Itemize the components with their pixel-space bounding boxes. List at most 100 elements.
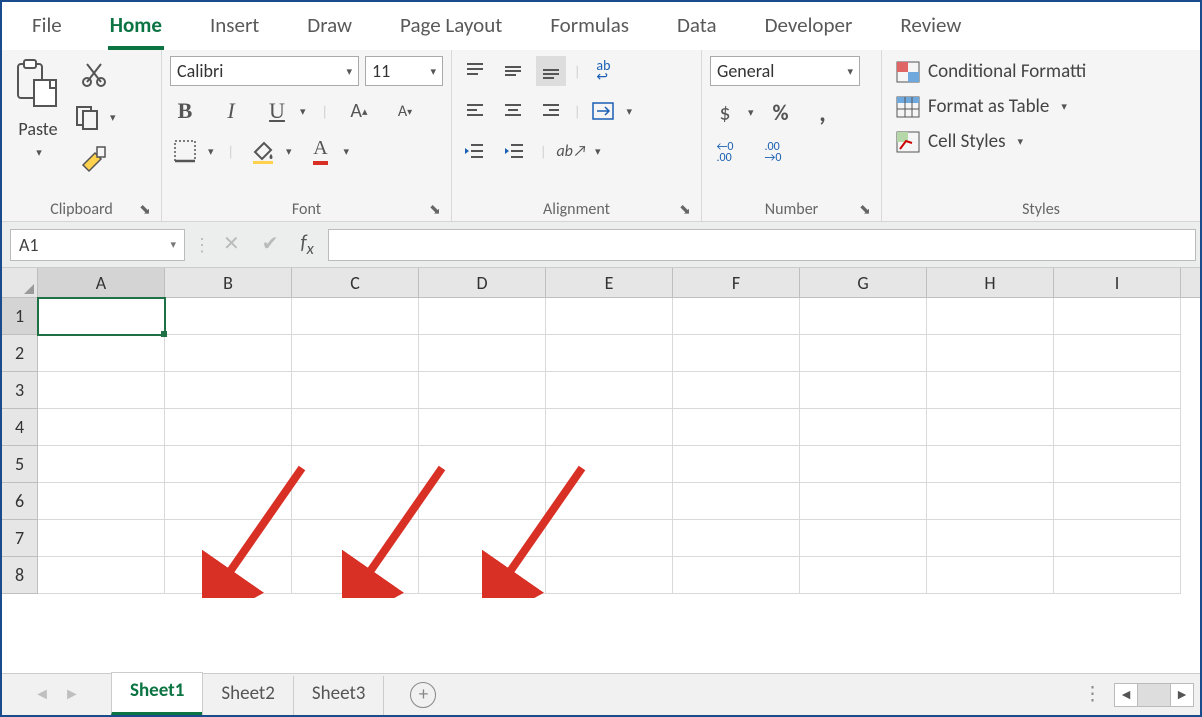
- cell-I8[interactable]: [1054, 557, 1181, 594]
- cell-B7[interactable]: [165, 520, 292, 557]
- cell-H5[interactable]: [927, 446, 1054, 483]
- col-header-H[interactable]: H: [927, 268, 1054, 297]
- fill-color-icon[interactable]: [248, 136, 278, 166]
- row-header-7[interactable]: 7: [2, 520, 38, 557]
- cell-I3[interactable]: [1054, 372, 1181, 409]
- sheet-nav-next-icon[interactable]: ►: [64, 685, 80, 704]
- cell-G2[interactable]: [800, 335, 927, 372]
- row-header-8[interactable]: 8: [2, 557, 38, 594]
- sheet-nav-prev-icon[interactable]: ◄: [34, 685, 50, 704]
- chevron-down-icon[interactable]: ▾: [626, 105, 632, 118]
- orientation-icon[interactable]: ab↗: [556, 136, 587, 166]
- cell-B1[interactable]: [165, 298, 292, 335]
- cell-E7[interactable]: [546, 520, 673, 557]
- cell-G3[interactable]: [800, 372, 927, 409]
- cell-C5[interactable]: [292, 446, 419, 483]
- paste-icon[interactable]: [10, 56, 66, 112]
- cell-H7[interactable]: [927, 520, 1054, 557]
- sheet-tab-3[interactable]: Sheet3: [293, 676, 385, 715]
- row-header-3[interactable]: 3: [2, 372, 38, 409]
- decrease-font-icon[interactable]: A▾: [390, 96, 420, 126]
- cell-E5[interactable]: [546, 446, 673, 483]
- cell-B8[interactable]: [165, 557, 292, 594]
- cell-F2[interactable]: [673, 335, 800, 372]
- cell-F6[interactable]: [673, 483, 800, 520]
- borders-icon[interactable]: [170, 136, 200, 166]
- cell-F8[interactable]: [673, 557, 800, 594]
- tab-draw[interactable]: Draw: [305, 8, 354, 50]
- col-header-E[interactable]: E: [546, 268, 673, 297]
- cell-C3[interactable]: [292, 372, 419, 409]
- cell-E1[interactable]: [546, 298, 673, 335]
- cell-E4[interactable]: [546, 409, 673, 446]
- row-header-6[interactable]: 6: [2, 483, 38, 520]
- cell-B2[interactable]: [165, 335, 292, 372]
- cut-icon[interactable]: [72, 60, 116, 90]
- format-painter-icon[interactable]: [72, 144, 116, 174]
- cell-E8[interactable]: [546, 557, 673, 594]
- row-header-2[interactable]: 2: [2, 335, 38, 372]
- font-family-select[interactable]: Calibri▾: [170, 56, 359, 86]
- cell-F7[interactable]: [673, 520, 800, 557]
- merge-center-icon[interactable]: [588, 96, 618, 126]
- align-bottom-icon[interactable]: [536, 56, 566, 86]
- chevron-down-icon[interactable]: ▾: [344, 145, 350, 158]
- dialog-launcher-icon[interactable]: ⬊: [137, 201, 153, 217]
- row-header-5[interactable]: 5: [2, 446, 38, 483]
- dialog-launcher-icon[interactable]: ⬊: [427, 201, 443, 217]
- scroll-left-icon[interactable]: ◄: [1115, 686, 1137, 703]
- dialog-launcher-icon[interactable]: ⬊: [857, 201, 873, 217]
- chevron-down-icon[interactable]: ▾: [748, 106, 754, 119]
- cell-H8[interactable]: [927, 557, 1054, 594]
- cell-styles-button[interactable]: Cell Styles▾: [896, 126, 1023, 157]
- cancel-formula-icon[interactable]: ✕: [223, 231, 240, 259]
- cell-I6[interactable]: [1054, 483, 1181, 520]
- chevron-down-icon[interactable]: ▾: [286, 145, 292, 158]
- cell-D2[interactable]: [419, 335, 546, 372]
- col-header-B[interactable]: B: [165, 268, 292, 297]
- cell-B3[interactable]: [165, 372, 292, 409]
- chevron-down-icon[interactable]: ▾: [110, 111, 116, 124]
- align-right-icon[interactable]: [536, 96, 566, 126]
- chevron-down-icon[interactable]: ▾: [208, 145, 214, 158]
- chevron-down-icon[interactable]: ▾: [170, 238, 176, 251]
- cell-F5[interactable]: [673, 446, 800, 483]
- scroll-right-icon[interactable]: ►: [1171, 686, 1193, 703]
- insert-function-icon[interactable]: fx: [301, 231, 314, 259]
- percent-format-button[interactable]: %: [766, 97, 796, 127]
- cell-A4[interactable]: [38, 409, 165, 446]
- cell-D4[interactable]: [419, 409, 546, 446]
- cell-E6[interactable]: [546, 483, 673, 520]
- cell-G5[interactable]: [800, 446, 927, 483]
- cell-I2[interactable]: [1054, 335, 1181, 372]
- chevron-down-icon[interactable]: ▾: [300, 105, 306, 118]
- number-format-select[interactable]: General▾: [710, 56, 860, 86]
- cell-I4[interactable]: [1054, 409, 1181, 446]
- name-box[interactable]: A1 ▾: [10, 229, 185, 261]
- cell-I5[interactable]: [1054, 446, 1181, 483]
- cell-C8[interactable]: [292, 557, 419, 594]
- comma-format-button[interactable]: ,: [808, 96, 838, 128]
- cell-D3[interactable]: [419, 372, 546, 409]
- horizontal-scrollbar[interactable]: ◄ ►: [1114, 683, 1194, 707]
- cell-H3[interactable]: [927, 372, 1054, 409]
- cell-G8[interactable]: [800, 557, 927, 594]
- cell-C6[interactable]: [292, 483, 419, 520]
- cell-F3[interactable]: [673, 372, 800, 409]
- new-sheet-button[interactable]: +: [410, 682, 436, 708]
- cell-H2[interactable]: [927, 335, 1054, 372]
- cell-A3[interactable]: [38, 372, 165, 409]
- wrap-text-icon[interactable]: ab↩: [588, 56, 618, 86]
- cell-C7[interactable]: [292, 520, 419, 557]
- cell-I7[interactable]: [1054, 520, 1181, 557]
- tab-formulas[interactable]: Formulas: [548, 8, 631, 50]
- tab-file[interactable]: File: [30, 8, 64, 50]
- select-all-corner[interactable]: [2, 268, 38, 297]
- cell-G6[interactable]: [800, 483, 927, 520]
- decrease-decimal-icon[interactable]: .00→0: [758, 138, 788, 168]
- cell-A8[interactable]: [38, 557, 165, 594]
- align-middle-icon[interactable]: [498, 56, 528, 86]
- tab-data[interactable]: Data: [675, 8, 719, 50]
- dialog-launcher-icon[interactable]: ⬊: [677, 201, 693, 217]
- cell-E2[interactable]: [546, 335, 673, 372]
